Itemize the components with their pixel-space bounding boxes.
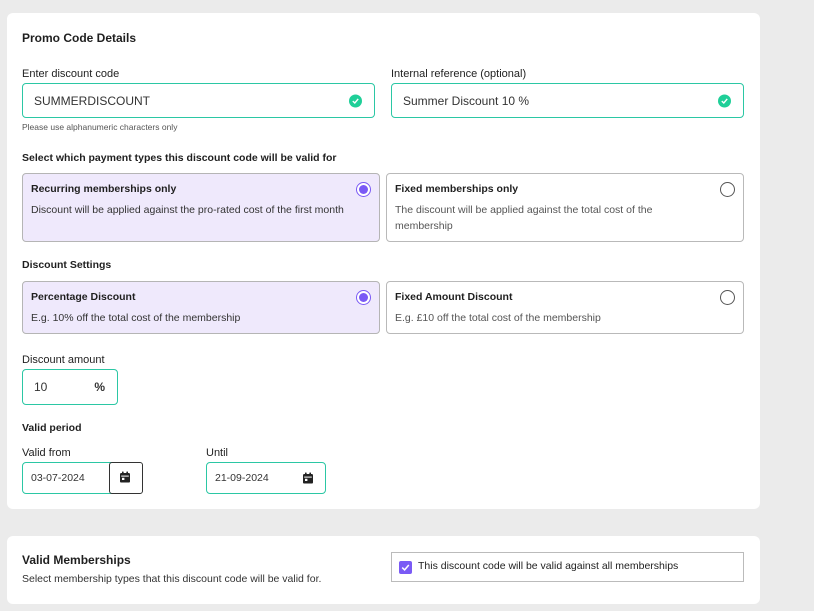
discount-settings-heading: Discount Settings	[22, 259, 112, 271]
valid-memberships-subtitle: Select membership types that this discou…	[22, 573, 322, 585]
option-description: E.g. £10 off the total cost of the membe…	[395, 312, 601, 324]
radio-selected[interactable]	[356, 290, 371, 305]
payment-types-heading: Select which payment types this discount…	[22, 152, 337, 164]
option-description: The discount will be applied against the…	[395, 204, 653, 232]
calendar-icon	[120, 471, 130, 483]
discount-code-input[interactable]: SUMMERDISCOUNT	[22, 83, 375, 118]
valid-from-calendar-button[interactable]	[109, 462, 143, 494]
internal-reference-value: Summer Discount 10 %	[403, 93, 530, 108]
all-memberships-label: This discount code will be valid against…	[418, 560, 679, 572]
discount-code-label: Enter discount code	[22, 68, 120, 80]
valid-from-value: 03-07-2024	[31, 472, 85, 484]
option-title: Fixed memberships only	[395, 183, 519, 195]
option-recurring-memberships[interactable]: Recurring memberships only Discount will…	[22, 173, 380, 242]
discount-amount-input[interactable]: 10 %	[22, 369, 118, 405]
internal-reference-label: Internal reference (optional)	[391, 68, 527, 80]
all-memberships-option[interactable]: This discount code will be valid against…	[391, 552, 744, 582]
valid-check-icon	[718, 94, 731, 107]
option-percentage-discount[interactable]: Percentage Discount E.g. 10% off the tot…	[22, 281, 380, 334]
until-label: Until	[206, 447, 229, 459]
discount-amount-label: Discount amount	[22, 354, 105, 366]
valid-period-heading: Valid period	[22, 422, 82, 434]
valid-from-label: Valid from	[22, 447, 71, 459]
until-value: 21-09-2024	[215, 472, 269, 484]
percent-icon: %	[94, 380, 105, 394]
option-fixed-memberships[interactable]: Fixed memberships only The discount will…	[386, 173, 744, 242]
discount-amount-value: 10	[34, 380, 48, 394]
checkbox-checked[interactable]	[399, 561, 412, 574]
valid-memberships-title: Valid Memberships	[22, 553, 131, 567]
option-title: Fixed Amount Discount	[395, 291, 513, 303]
promo-code-card: Promo Code Details Enter discount code S…	[7, 13, 760, 509]
radio-unselected[interactable]	[720, 182, 735, 197]
internal-reference-input[interactable]: Summer Discount 10 %	[391, 83, 744, 118]
valid-check-icon	[349, 94, 362, 107]
discount-code-hint: Please use alphanumeric characters only	[22, 122, 178, 132]
radio-unselected[interactable]	[720, 290, 735, 305]
discount-code-value: SUMMERDISCOUNT	[34, 93, 150, 108]
option-description: E.g. 10% off the total cost of the membe…	[31, 312, 241, 324]
promo-section-title: Promo Code Details	[22, 31, 137, 45]
option-fixed-amount-discount[interactable]: Fixed Amount Discount E.g. £10 off the t…	[386, 281, 744, 334]
option-title: Percentage Discount	[31, 291, 136, 303]
calendar-icon[interactable]	[302, 472, 314, 484]
valid-memberships-card: Valid Memberships Select membership type…	[7, 536, 760, 604]
option-description: Discount will be applied against the pro…	[31, 204, 344, 216]
radio-selected[interactable]	[356, 182, 371, 197]
option-title: Recurring memberships only	[31, 183, 177, 195]
until-input[interactable]: 21-09-2024	[206, 462, 326, 494]
